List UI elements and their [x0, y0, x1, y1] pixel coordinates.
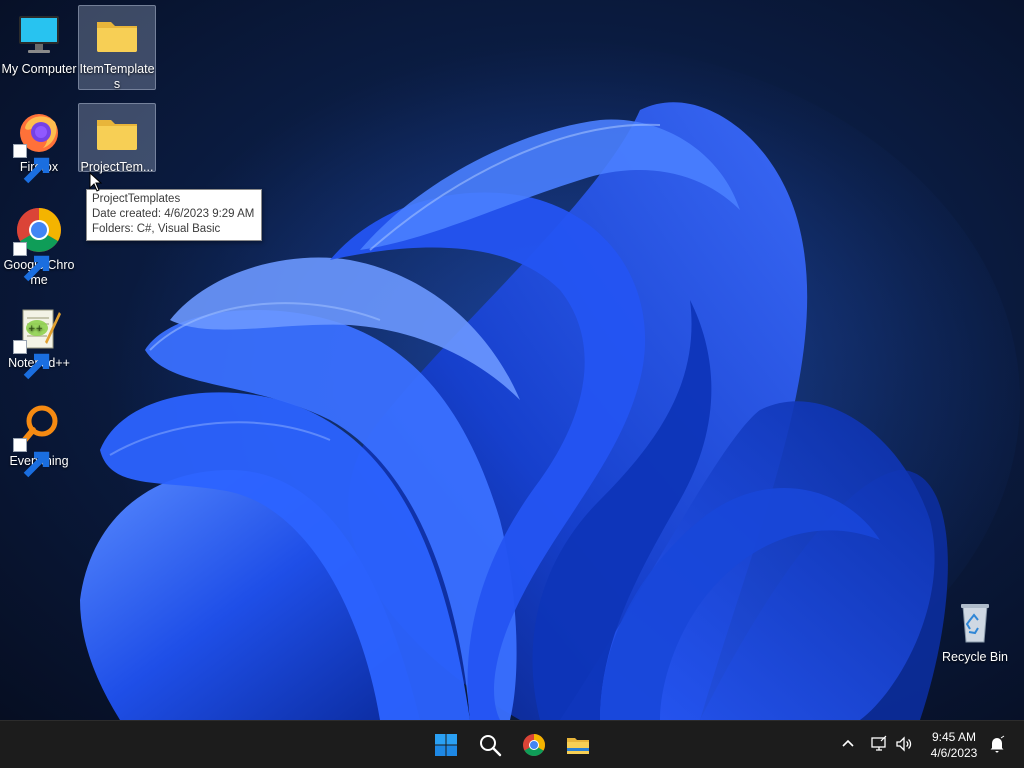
svg-text:++: ++	[28, 324, 43, 334]
mouse-cursor-icon	[89, 172, 103, 192]
tooltip-folders: Folders: C#, Visual Basic	[92, 223, 221, 235]
desktop-icon-my-computer[interactable]: My Computer	[0, 6, 78, 77]
volume-button[interactable]	[895, 735, 913, 753]
shortcut-arrow-icon	[13, 340, 50, 380]
notepad-plus-plus-icon: ++	[13, 304, 63, 380]
tooltip-title: ProjectTemplates	[92, 193, 181, 205]
shortcut-arrow-icon	[13, 144, 50, 184]
taskbar-chrome-button[interactable]	[516, 727, 552, 763]
start-button[interactable]	[428, 727, 464, 763]
taskbar-file-explorer-button[interactable]	[560, 727, 596, 763]
folder-tooltip: ProjectTemplates Date created: 4/6/2023 …	[86, 189, 262, 241]
everything-search-icon	[13, 402, 63, 478]
desktop-icon-google-chrome[interactable]: Google Chrome	[0, 202, 78, 288]
desktop-icon-everything[interactable]: Everything	[0, 398, 78, 478]
recycle-bin-icon	[951, 598, 999, 646]
clock-time: 9:45 AM	[931, 730, 977, 744]
desktop-icon-label: My Computer	[1, 62, 77, 76]
file-explorer-icon	[567, 738, 589, 754]
chrome-icon	[13, 206, 63, 282]
computer-icon	[15, 10, 63, 58]
shortcut-arrow-icon	[13, 242, 50, 282]
chevron-up-icon	[842, 739, 854, 747]
desktop-icon-notepad-plus-plus[interactable]: ++ Notepad++	[0, 300, 78, 380]
desktop-icon-itemtemplates[interactable]: ItemTemplates	[78, 5, 156, 91]
windows-start-icon	[435, 734, 457, 756]
network-status-button[interactable]	[870, 735, 888, 753]
desktop[interactable]: My Computer ItemTemplates Firefox Projec…	[0, 0, 1024, 720]
network-icon	[871, 735, 887, 751]
notification-center-button[interactable]	[988, 735, 1006, 753]
desktop-icon-firefox[interactable]: Firefox	[0, 104, 78, 184]
desktop-icon-label: ItemTemplates	[79, 62, 155, 91]
chrome-icon	[523, 734, 545, 756]
firefox-icon	[13, 108, 63, 184]
tray-overflow-button[interactable]	[839, 735, 857, 753]
clock-date: 4/6/2023	[930, 746, 978, 760]
tooltip-date-created: Date created: 4/6/2023 9:29 AM	[92, 208, 255, 220]
search-icon	[480, 735, 502, 757]
desktop-icon-recycle-bin[interactable]: Recycle Bin	[936, 594, 1014, 665]
notification-icon	[990, 735, 1005, 753]
taskbar: 9:45 AM 4/6/2023	[0, 720, 1024, 768]
desktop-icon-projecttemplates[interactable]: ProjectTem...	[78, 103, 156, 174]
volume-icon	[896, 736, 912, 752]
shortcut-arrow-icon	[13, 438, 50, 478]
taskbar-search-button[interactable]	[472, 727, 508, 763]
folder-icon	[93, 108, 141, 156]
taskbar-clock[interactable]: 9:45 AM 4/6/2023	[920, 729, 988, 761]
folder-icon	[93, 10, 141, 58]
desktop-icon-label: Recycle Bin	[942, 650, 1008, 664]
